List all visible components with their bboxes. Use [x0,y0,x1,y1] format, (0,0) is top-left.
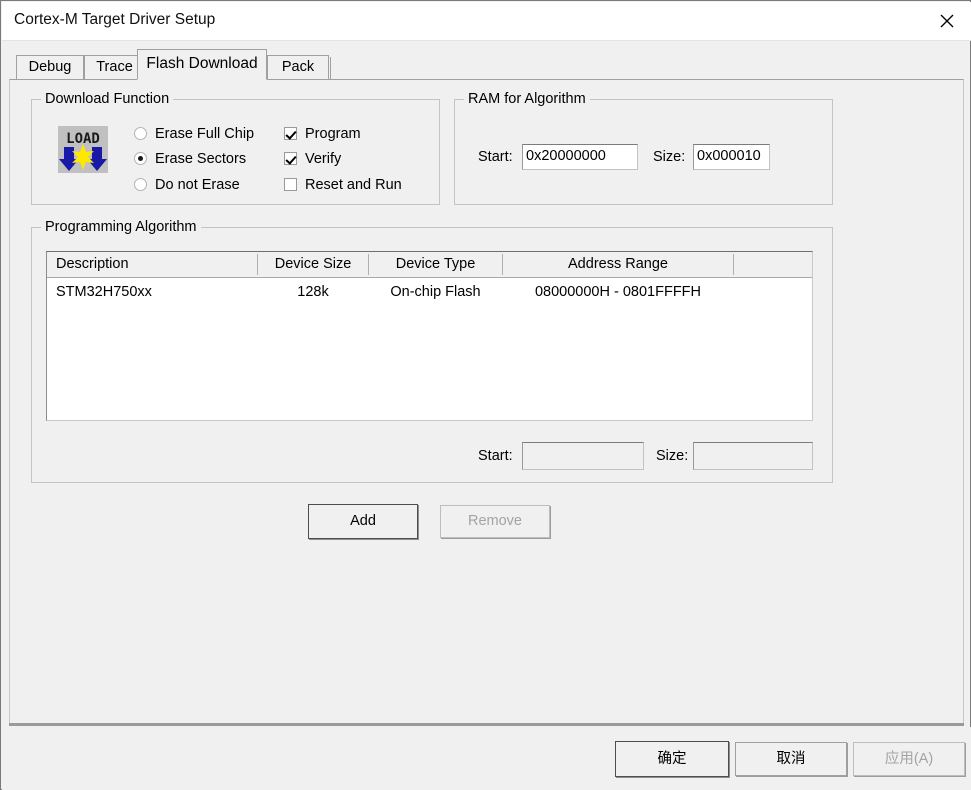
checkbox-verify-label: Verify [305,149,341,169]
cell-device-type: On-chip Flash [369,281,502,303]
ram-size-label: Size: [653,147,685,167]
radio-erase-sectors-label: Erase Sectors [155,149,246,169]
column-header-device-size[interactable]: Device Size [258,252,368,276]
ram-size-input[interactable]: 0x000010 [693,144,770,170]
programming-algorithm-list[interactable]: Description Device Size Device Type Addr… [46,251,813,421]
cell-device-size: 128k [258,281,368,303]
tab-flash-download[interactable]: Flash Download [137,49,267,80]
close-button[interactable] [925,2,971,39]
radio-erase-sectors-indicator [134,152,147,165]
table-row[interactable]: STM32H750xx 128k On-chip Flash 08000000H… [47,278,812,302]
tab-page-shadow [9,723,964,726]
checkbox-reset-and-run-label: Reset and Run [305,175,402,195]
download-function-title: Download Function [41,91,173,107]
title-bar: Cortex-M Target Driver Setup [2,2,971,41]
algorithm-start-input[interactable] [522,442,644,470]
ram-start-label: Start: [478,147,513,167]
checkbox-reset-and-run-indicator [284,178,297,191]
tab-pack[interactable]: Pack [267,55,329,79]
ram-start-input[interactable]: 0x20000000 [522,144,638,170]
column-header-blank[interactable] [734,252,812,276]
tab-strip-divider [330,57,331,79]
algorithm-size-label: Size: [656,446,688,466]
apply-button[interactable]: 应用(A) [853,742,965,776]
radio-erase-full-chip-label: Erase Full Chip [155,124,254,144]
dialog-window: Cortex-M Target Driver Setup Debug Trace… [0,0,971,790]
programming-algorithm-title: Programming Algorithm [41,219,201,235]
column-header-description[interactable]: Description [47,252,257,276]
radio-do-not-erase-label: Do not Erase [155,175,240,195]
remove-button[interactable]: Remove [440,505,550,538]
window-title: Cortex-M Target Driver Setup [14,11,215,29]
close-icon [940,14,954,28]
checkbox-program-label: Program [305,124,361,144]
cell-description: STM32H750xx [47,281,266,303]
column-header-address-range[interactable]: Address Range [503,252,733,276]
algorithm-size-input[interactable] [693,442,813,470]
algorithm-start-label: Start: [478,446,513,466]
cancel-button[interactable]: 取消 [735,742,847,776]
programming-algorithm-header-row: Description Device Size Device Type Addr… [47,252,812,278]
add-button[interactable]: Add [308,504,418,539]
radio-do-not-erase-indicator [134,178,147,191]
load-flash-icon: LOAD [58,126,108,173]
checkbox-program-indicator [284,127,297,140]
ok-button[interactable]: 确定 [615,741,729,777]
tab-strip: Debug Trace Flash Download Pack [9,49,964,79]
checkbox-verify-indicator [284,152,297,165]
ram-for-algorithm-title: RAM for Algorithm [464,91,590,107]
column-header-device-type[interactable]: Device Type [369,252,502,276]
tab-trace[interactable]: Trace [84,55,145,79]
cell-address-range: 08000000H - 0801FFFFH [503,281,733,303]
tab-debug[interactable]: Debug [16,55,84,79]
dialog-footer: 确定 取消 应用(A) [2,727,971,790]
radio-erase-full-chip-indicator [134,127,147,140]
